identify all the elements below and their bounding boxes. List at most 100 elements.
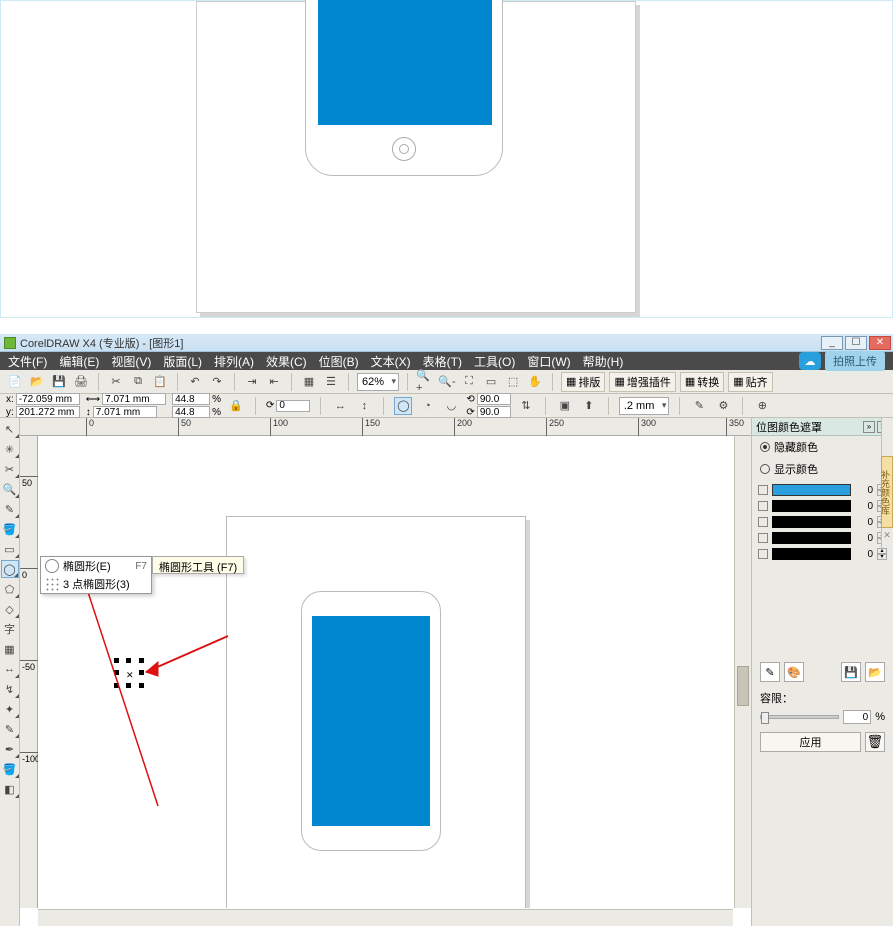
fill-tool[interactable]: 🪣 [1, 760, 19, 778]
crop-tool[interactable]: ✂ [1, 460, 19, 478]
checkbox-icon[interactable] [758, 533, 768, 543]
zoom-combo[interactable]: 62% [357, 373, 399, 391]
scale-x-input[interactable] [172, 393, 210, 405]
color-row[interactable]: 0▴▾ [758, 482, 887, 498]
color-row[interactable]: 0▴▾ [758, 514, 887, 530]
docker-collapse-icon[interactable]: » [863, 421, 875, 433]
scale-y-input[interactable] [172, 406, 210, 418]
basic-shapes-tool[interactable]: ◇ [1, 600, 19, 618]
angle1-input[interactable] [477, 393, 511, 405]
open-mask-button[interactable]: 📂 [865, 662, 885, 682]
new-icon[interactable]: 📄 [6, 373, 24, 391]
zoom-page-icon[interactable]: ▭ [482, 373, 500, 391]
tolerance-input[interactable] [843, 710, 871, 724]
text-tool[interactable]: 字 [1, 620, 19, 638]
width-input[interactable] [102, 393, 166, 405]
color-row[interactable]: 0▴▾ [758, 546, 887, 562]
outline-width-combo[interactable]: .2 mm [619, 397, 670, 415]
maximize-button[interactable]: ☐ [845, 336, 867, 350]
flyout-item-ellipse[interactable]: 椭圆形(E) F7 [41, 557, 151, 575]
cloud-icon[interactable]: ☁ [799, 352, 821, 370]
ellipse-tool[interactable]: ◯ [1, 560, 19, 578]
options-icon[interactable]: ⚙ [714, 397, 732, 415]
palette-tab[interactable]: 补充颜色库 [881, 456, 893, 528]
redo-icon[interactable]: ↷ [208, 373, 226, 391]
cut-icon[interactable]: ✂ [107, 373, 125, 391]
shape-tool[interactable]: ✳ [1, 440, 19, 458]
swap-angles-icon[interactable]: ⇅ [517, 397, 535, 415]
ellipse-mode-icon[interactable]: ◯ [394, 397, 412, 415]
close-button[interactable]: ✕ [869, 336, 891, 350]
undo-icon[interactable]: ↶ [186, 373, 204, 391]
eyedropper-button[interactable]: ✎ [760, 662, 780, 682]
height-input[interactable] [93, 406, 157, 418]
angle2-input[interactable] [477, 406, 511, 418]
wrap-icon[interactable]: ▣ [556, 397, 574, 415]
import-icon[interactable]: ⇥ [243, 373, 261, 391]
dimension-tool[interactable]: ↔ [1, 660, 19, 678]
interactive-fill-tool[interactable]: ◧ [1, 780, 19, 798]
hide-color-option[interactable]: 隐藏颜色 [752, 436, 893, 458]
outline-tool[interactable]: ✒ [1, 740, 19, 758]
menu-text[interactable]: 文本(X) [371, 353, 411, 370]
copy-icon[interactable]: ⧉ [129, 373, 147, 391]
checkbox-icon[interactable] [758, 517, 768, 527]
checkbox-icon[interactable] [758, 501, 768, 511]
menu-bitmap[interactable]: 位图(B) [319, 353, 359, 370]
rotation-input[interactable] [276, 400, 310, 412]
pie-mode-icon[interactable]: ◔ [418, 397, 436, 415]
mirror-h-icon[interactable]: ↔ [331, 397, 349, 415]
phone-shape[interactable] [301, 591, 441, 851]
interactive-tool[interactable]: ✦ [1, 700, 19, 718]
color-swatch[interactable] [772, 484, 851, 496]
zoom-selection-icon[interactable]: ⬚ [504, 373, 522, 391]
target-icon[interactable]: ⊕ [753, 397, 771, 415]
menu-arrange[interactable]: 排列(A) [214, 353, 254, 370]
checkbox-icon[interactable] [758, 549, 768, 559]
menu-tools[interactable]: 工具(O) [474, 353, 515, 370]
show-color-option[interactable]: 显示颜色 [752, 458, 893, 480]
to-front-icon[interactable]: ⬆ [580, 397, 598, 415]
zoom-tool[interactable]: 🔍 [1, 480, 19, 498]
color-swatch[interactable] [772, 516, 851, 528]
color-swatch[interactable] [772, 532, 851, 544]
color-row[interactable]: 0▴▾ [758, 530, 887, 546]
cloud-upload-button[interactable]: 拍照上传 [825, 351, 885, 371]
color-swatch[interactable] [772, 548, 851, 560]
minimize-button[interactable]: _ [821, 336, 843, 350]
checkbox-icon[interactable] [758, 485, 768, 495]
scrollbar-thumb[interactable] [737, 666, 749, 706]
app-launcher-icon[interactable]: ▦ [300, 373, 318, 391]
horizontal-scrollbar[interactable] [38, 909, 733, 926]
palette-close-icon[interactable]: ✕ [882, 530, 892, 540]
menu-help[interactable]: 帮助(H) [583, 353, 624, 370]
smart-fill-tool[interactable]: 🪣 [1, 520, 19, 538]
zoom-out-icon[interactable]: 🔍- [438, 373, 456, 391]
save-icon[interactable]: 💾 [50, 373, 68, 391]
export-icon[interactable]: ⇤ [265, 373, 283, 391]
group-transform[interactable]: ▦转换 [680, 372, 724, 392]
drawing-canvas[interactable]: ✕ [38, 436, 733, 908]
pos-x-input[interactable] [16, 393, 80, 405]
open-icon[interactable]: 📂 [28, 373, 46, 391]
arc-mode-icon[interactable]: ◡ [442, 397, 460, 415]
pan-icon[interactable]: ✋ [526, 373, 544, 391]
tolerance-slider[interactable] [760, 715, 839, 719]
menu-table[interactable]: 表格(T) [423, 353, 462, 370]
welcome-icon[interactable]: ☰ [322, 373, 340, 391]
menu-effects[interactable]: 效果(C) [266, 353, 307, 370]
delete-mask-button[interactable]: 🗑 [865, 732, 885, 752]
pick-tool[interactable]: ↖ [1, 420, 19, 438]
mirror-v-icon[interactable]: ↕ [355, 397, 373, 415]
freehand-tool[interactable]: ✎ [1, 500, 19, 518]
connector-tool[interactable]: ↯ [1, 680, 19, 698]
menu-window[interactable]: 窗口(W) [527, 353, 570, 370]
group-plugin[interactable]: ▦增强插件 [609, 372, 675, 392]
spinner-icon[interactable]: ▴▾ [877, 548, 887, 560]
edit-color-button[interactable]: 🎨 [784, 662, 804, 682]
color-swatch[interactable] [772, 500, 851, 512]
polygon-tool[interactable]: ⬠ [1, 580, 19, 598]
convert-curves-icon[interactable]: ✎ [690, 397, 708, 415]
slider-knob[interactable] [761, 712, 769, 724]
menu-layout[interactable]: 版面(L) [163, 353, 202, 370]
